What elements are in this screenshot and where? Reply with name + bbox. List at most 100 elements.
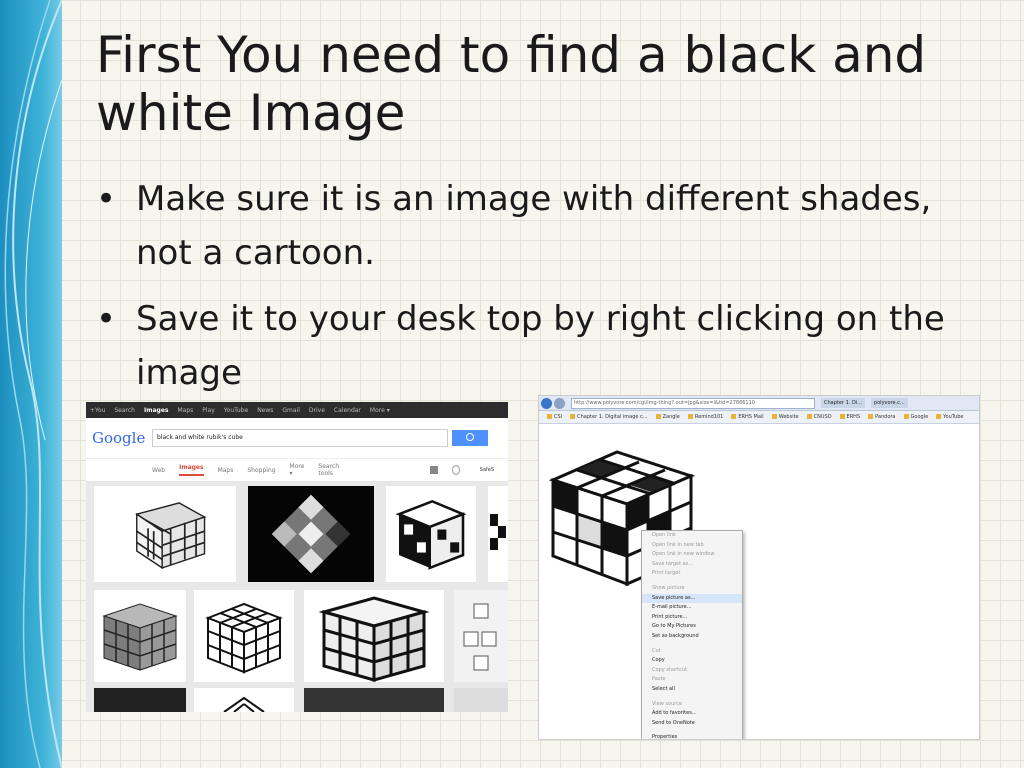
topbar-link[interactable]: Calendar: [334, 407, 361, 414]
context-menu-item[interactable]: Copy shortcut: [642, 666, 742, 676]
bullet-list: • Make sure it is an image with differen…: [96, 172, 976, 412]
search-tabs: Web Images Maps Shopping More ▾ Search t…: [86, 459, 508, 482]
context-menu-item[interactable]: Open link: [642, 531, 742, 541]
rubiks-cube-image: [386, 486, 476, 582]
tab-search-tools[interactable]: Search tools: [318, 463, 346, 477]
favorite-link[interactable]: Remind101: [688, 414, 723, 420]
rubiks-cube-image: [94, 486, 236, 582]
context-menu-item[interactable]: Cut: [642, 647, 742, 657]
back-button[interactable]: [541, 397, 552, 409]
rubiks-cube-image: [94, 590, 186, 682]
result-thumbnail[interactable]: [248, 486, 374, 582]
favorite-link[interactable]: CNUSD: [807, 414, 832, 420]
browser-tab[interactable]: Chapter 1. Di...: [821, 398, 865, 408]
result-thumbnail[interactable]: [94, 590, 186, 682]
google-search-header: Google black and white rubik's cube: [86, 418, 508, 459]
context-menu-item[interactable]: Send to OneNote: [642, 719, 742, 729]
context-menu-item[interactable]: Open link in new tab: [642, 541, 742, 551]
browser-context-menu-screenshot: http://www.polyvore.com/cgi/img-thing?.o…: [538, 395, 980, 740]
result-thumbnail[interactable]: [194, 590, 294, 682]
favorite-link[interactable]: YouTube: [936, 414, 963, 420]
favorites-bar: CSI Chapter 1. Digital image c... Zangle…: [539, 411, 979, 424]
slide-accent-bar: [0, 0, 62, 768]
context-menu-item[interactable]: Set as background: [642, 632, 742, 642]
result-thumbnail[interactable]: [488, 486, 508, 582]
result-thumbnail[interactable]: [304, 688, 444, 712]
topbar-link[interactable]: Play: [202, 407, 215, 414]
result-thumbnail[interactable]: [454, 590, 508, 682]
tab-images[interactable]: Images: [179, 464, 204, 476]
tab-shopping[interactable]: Shopping: [247, 467, 275, 474]
rubiks-cube-image: [194, 590, 294, 682]
tab-web[interactable]: Web: [152, 467, 165, 474]
bullet-item: • Save it to your desk top by right clic…: [96, 292, 976, 400]
favorite-link[interactable]: ERHS Mail: [731, 414, 763, 420]
gear-icon[interactable]: [451, 465, 460, 475]
favorite-link[interactable]: ERHS: [840, 414, 861, 420]
bullet-item: • Make sure it is an image with differen…: [96, 172, 976, 280]
google-top-bar: +You Search Images Maps Play YouTube New…: [86, 402, 508, 418]
tab-maps[interactable]: Maps: [218, 467, 234, 474]
rubiks-cube-image: [490, 514, 506, 550]
rubiks-cube-image: [463, 603, 497, 671]
context-menu-item[interactable]: E-mail picture...: [642, 603, 742, 613]
context-menu-item[interactable]: Save picture as...: [642, 593, 742, 604]
context-menu-item[interactable]: Properties: [642, 733, 742, 739]
bullet-text: Make sure it is an image with different …: [136, 179, 932, 273]
favorite-link[interactable]: Pandora: [868, 414, 895, 420]
account-icon[interactable]: [430, 466, 438, 474]
result-thumbnail[interactable]: [194, 688, 294, 712]
search-icon: [466, 433, 474, 441]
topbar-link[interactable]: News: [257, 407, 273, 414]
topbar-link[interactable]: +You: [90, 407, 105, 414]
forward-button[interactable]: [554, 397, 565, 409]
favorite-link[interactable]: Zangle: [656, 414, 680, 420]
bullet-icon: •: [96, 299, 117, 339]
rubiks-cube-image: [304, 590, 444, 682]
favorite-link[interactable]: Google: [904, 414, 929, 420]
result-thumbnail[interactable]: [94, 486, 236, 582]
favorite-link[interactable]: Website: [772, 414, 799, 420]
topbar-link[interactable]: Maps: [177, 407, 193, 414]
context-menu-item[interactable]: Print picture...: [642, 613, 742, 623]
search-input[interactable]: black and white rubik's cube: [152, 429, 448, 447]
topbar-link-active[interactable]: Images: [144, 407, 168, 414]
bullet-icon: •: [96, 179, 117, 219]
bullet-text: Save it to your desk top by right clicki…: [136, 299, 945, 393]
favorite-link[interactable]: Chapter 1. Digital image c...: [570, 414, 647, 420]
context-menu-item[interactable]: Copy: [642, 656, 742, 666]
topbar-link[interactable]: YouTube: [224, 407, 248, 414]
context-menu-item[interactable]: Add to favorites...: [642, 709, 742, 719]
rubiks-cube-image: [248, 486, 374, 582]
image-results-grid: [86, 482, 508, 712]
topbar-link[interactable]: More ▾: [370, 407, 390, 414]
topbar-link[interactable]: Gmail: [282, 407, 300, 414]
topbar-link[interactable]: Drive: [309, 407, 325, 414]
context-menu-item[interactable]: Go to My Pictures: [642, 622, 742, 632]
topbar-link[interactable]: Search: [114, 407, 135, 414]
slide-title: First You need to find a black and white…: [96, 26, 927, 142]
context-menu-item[interactable]: Print target: [642, 569, 742, 579]
decorative-swirl-lines: [4, 0, 62, 768]
google-images-screenshot: +You Search Images Maps Play YouTube New…: [86, 402, 508, 712]
rubiks-cube-image: [223, 696, 265, 712]
safesearch-button[interactable]: SafeS: [480, 467, 494, 473]
address-bar[interactable]: http://www.polyvore.com/cgi/img-thing?.o…: [571, 397, 815, 409]
result-thumbnail[interactable]: [454, 688, 508, 712]
context-menu-item[interactable]: Open link in new window: [642, 550, 742, 560]
browser-toolbar: http://www.polyvore.com/cgi/img-thing?.o…: [539, 396, 979, 411]
search-button[interactable]: [452, 430, 488, 446]
browser-tab[interactable]: polyvore.c...: [870, 398, 908, 408]
result-thumbnail[interactable]: [304, 590, 444, 682]
result-thumbnail[interactable]: [94, 688, 186, 712]
tab-more[interactable]: More ▾: [290, 463, 305, 477]
context-menu-item[interactable]: View source: [642, 700, 742, 710]
context-menu: Open link Open link in new tab Open link i…: [641, 530, 743, 739]
context-menu-item[interactable]: Show picture: [642, 584, 742, 594]
context-menu-item[interactable]: Paste: [642, 675, 742, 685]
google-logo[interactable]: Google: [92, 429, 152, 447]
favorite-link[interactable]: CSI: [547, 414, 562, 420]
context-menu-item[interactable]: Save target as...: [642, 560, 742, 570]
result-thumbnail[interactable]: [386, 486, 476, 582]
context-menu-item[interactable]: Select all: [642, 685, 742, 695]
